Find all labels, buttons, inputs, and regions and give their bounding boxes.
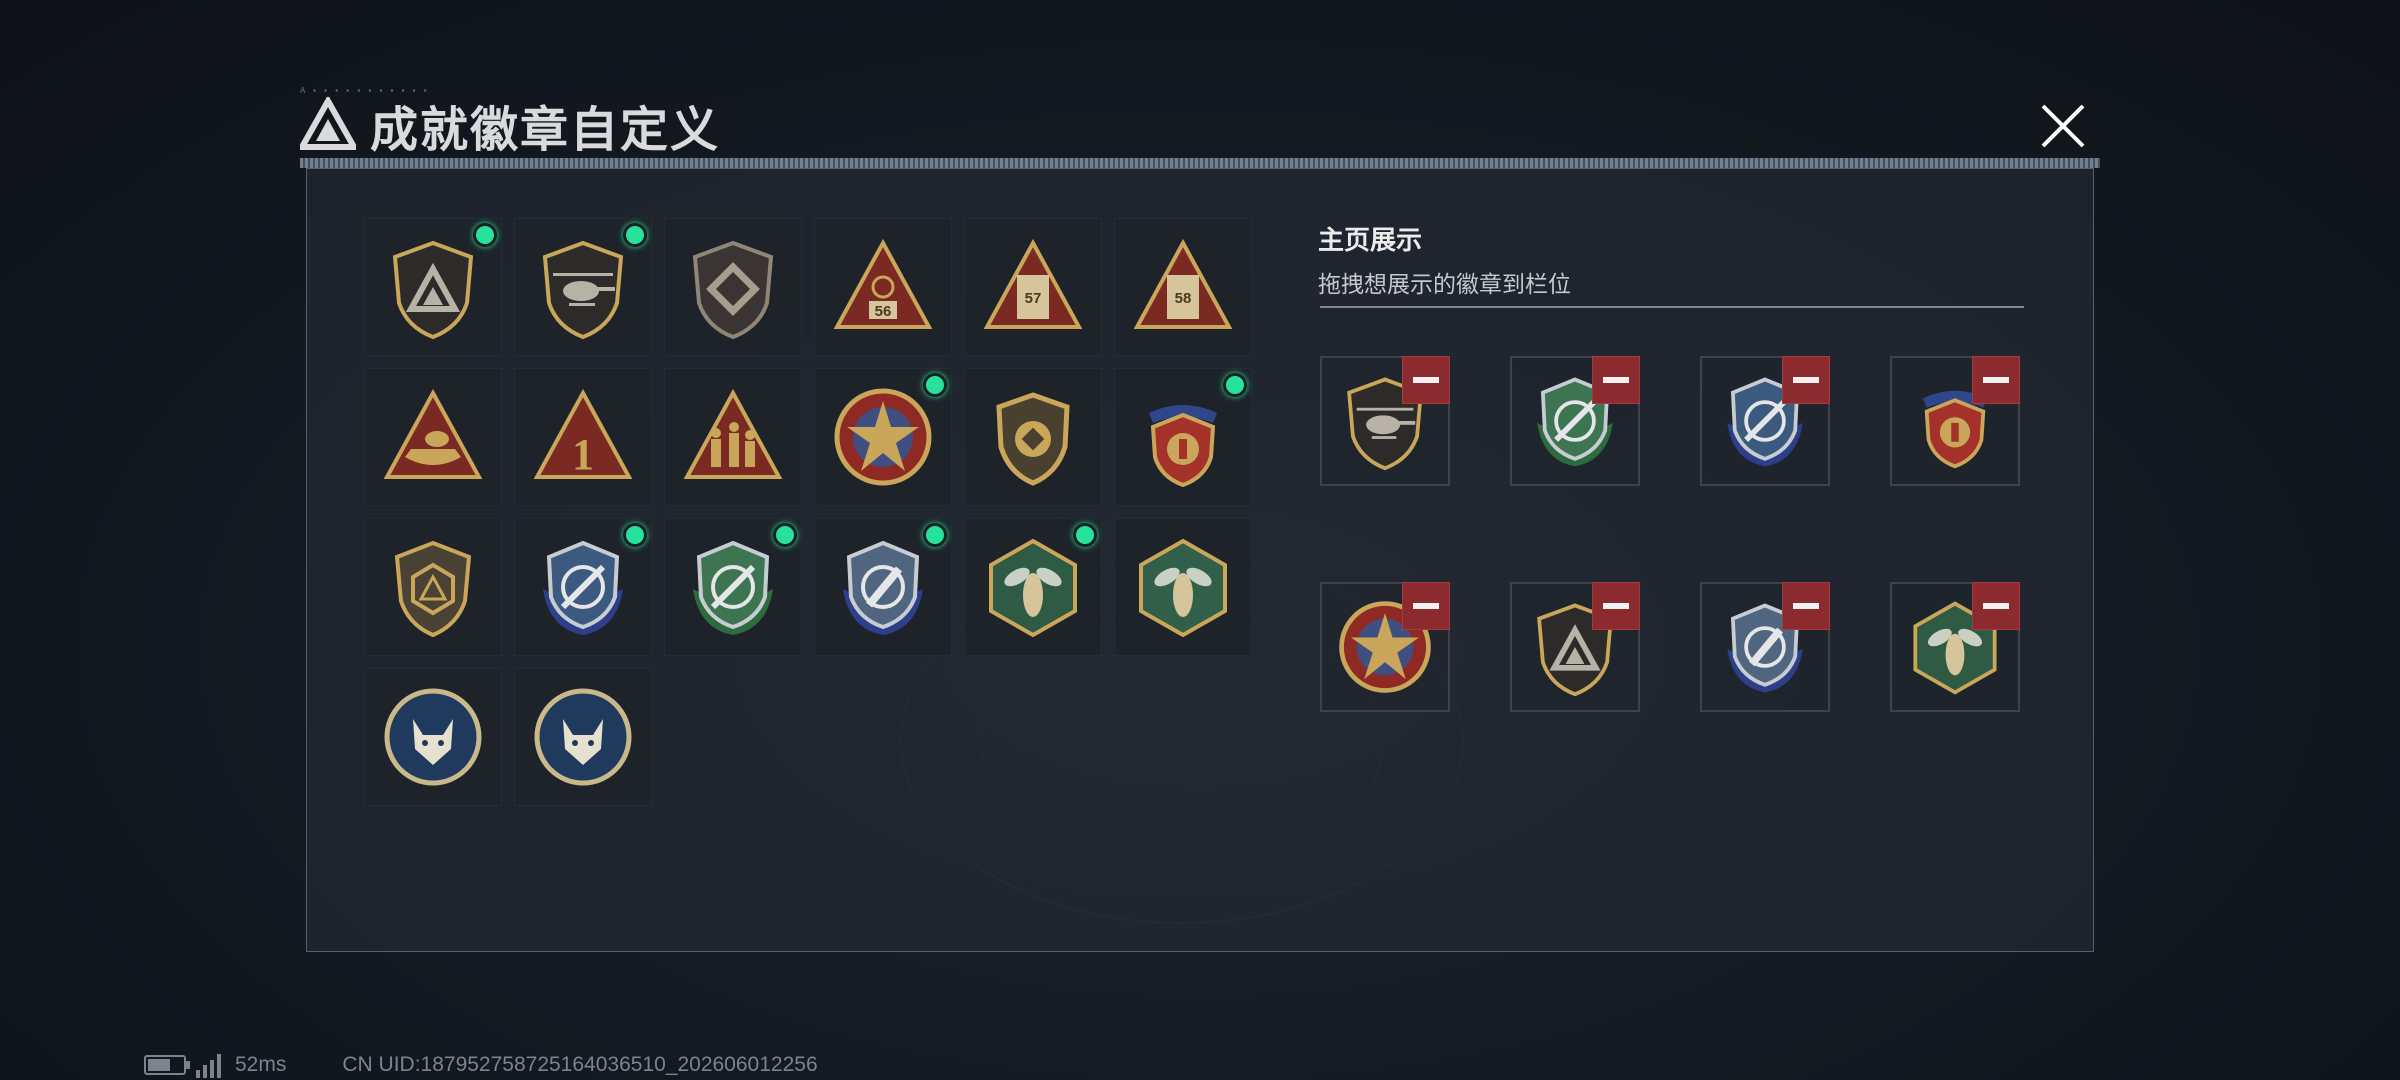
badge-cell[interactable]: 56 [814,218,952,356]
triangle-57-icon: 57 [983,238,1083,329]
selected-indicator-dot [1073,523,1097,547]
ping-text: 52ms [235,1053,287,1076]
badge-cell[interactable] [814,518,952,656]
triangle-58-icon: 58 [1133,238,1233,329]
panel-header-strip [300,158,2100,168]
selected-indicator-dot [1223,373,1247,397]
close-icon[interactable] [2035,98,2091,154]
page-title: 成就徽章自定义 [370,104,721,157]
star-medal-icon [834,388,932,486]
triangle-boat-icon [383,388,483,479]
badge-collection-grid: 56 57 58 1 [364,218,1252,806]
selected-indicator-dot [473,223,497,247]
triangle-number-1-icon: 1 [533,388,633,479]
display-slot[interactable] [1510,582,1640,712]
green-crosshair-crest-icon [693,540,773,635]
wolf-emblem-alt-icon [534,688,632,786]
svg-text:56: 56 [875,303,892,320]
blue-crosshair-crest-icon [543,540,623,635]
uid-text: CN UID:18795275872516403​6510_2026060122… [342,1053,818,1076]
delta-logo-icon [300,97,356,150]
wolf-emblem-icon [384,688,482,786]
blue-crosshair-crest-alt-icon [843,540,923,635]
remove-badge-button[interactable] [1972,582,2020,630]
display-slot[interactable] [1890,582,2020,712]
badge-cell[interactable] [514,218,652,356]
svg-text:58: 58 [1175,290,1192,307]
laurel-crest-icon [1149,405,1217,488]
display-slot[interactable] [1700,356,1830,486]
badge-cell[interactable] [664,518,802,656]
remove-badge-button[interactable] [1592,582,1640,630]
badge-cell[interactable] [364,368,502,506]
badge-cell[interactable] [364,668,502,806]
badge-cell[interactable] [664,218,802,356]
display-slot[interactable] [1700,582,1830,712]
selected-indicator-dot [923,523,947,547]
badge-cell[interactable] [964,368,1102,506]
remove-badge-button[interactable] [1782,582,1830,630]
battery-icon [144,1055,190,1075]
shield-delta-logo-icon [392,240,474,340]
signal-icon [196,1052,221,1078]
homepage-display-hint: 拖拽想展示的徽章到栏位 [1318,271,1571,297]
helicopter-shield-icon [542,240,624,340]
selected-indicator-dot [773,523,797,547]
triangle-soldiers-icon [683,388,783,479]
d20-shield-icon [394,540,472,638]
status-bar: 52ms CN UID:18795275872516403​6510_20260… [144,1052,818,1078]
selected-indicator-dot [623,523,647,547]
selected-indicator-dot [623,223,647,247]
badge-cell[interactable]: 58 [1114,218,1252,356]
title-bar: 成就徽章自定义 [300,90,720,160]
badge-cell[interactable] [1114,368,1252,506]
display-slot[interactable] [1320,356,1450,486]
badge-cell[interactable] [514,668,652,806]
homepage-display-section: 主页展示 拖拽想展示的徽章到栏位 [1318,220,2024,299]
gold-crest-icon [996,392,1070,486]
display-slot[interactable] [1890,356,2020,486]
badge-cell[interactable] [514,518,652,656]
diamond-shield-icon [692,240,774,340]
selected-indicator-dot [923,373,947,397]
remove-badge-button[interactable] [1972,356,2020,404]
triangle-56-icon: 56 [833,238,933,329]
badge-cell[interactable] [964,518,1102,656]
remove-badge-button[interactable] [1782,356,1830,404]
badge-cell[interactable]: 1 [514,368,652,506]
badge-cell[interactable] [364,518,502,656]
display-slot-grid [1320,356,2020,712]
badge-cell[interactable] [1114,518,1252,656]
badge-cell[interactable] [814,368,952,506]
remove-badge-button[interactable] [1402,582,1450,630]
display-slot[interactable] [1320,582,1450,712]
svg-text:1: 1 [572,430,594,479]
remove-badge-button[interactable] [1592,356,1640,404]
homepage-display-title: 主页展示 [1318,225,1423,255]
wasp-hexagon-alt-icon [1139,538,1227,638]
remove-badge-button[interactable] [1402,356,1450,404]
section-divider [1320,306,2024,308]
badge-cell[interactable] [664,368,802,506]
display-slot[interactable] [1510,356,1640,486]
svg-text:57: 57 [1025,290,1042,307]
badge-cell[interactable]: 57 [964,218,1102,356]
wasp-hexagon-icon [989,538,1077,638]
badge-cell[interactable] [364,218,502,356]
